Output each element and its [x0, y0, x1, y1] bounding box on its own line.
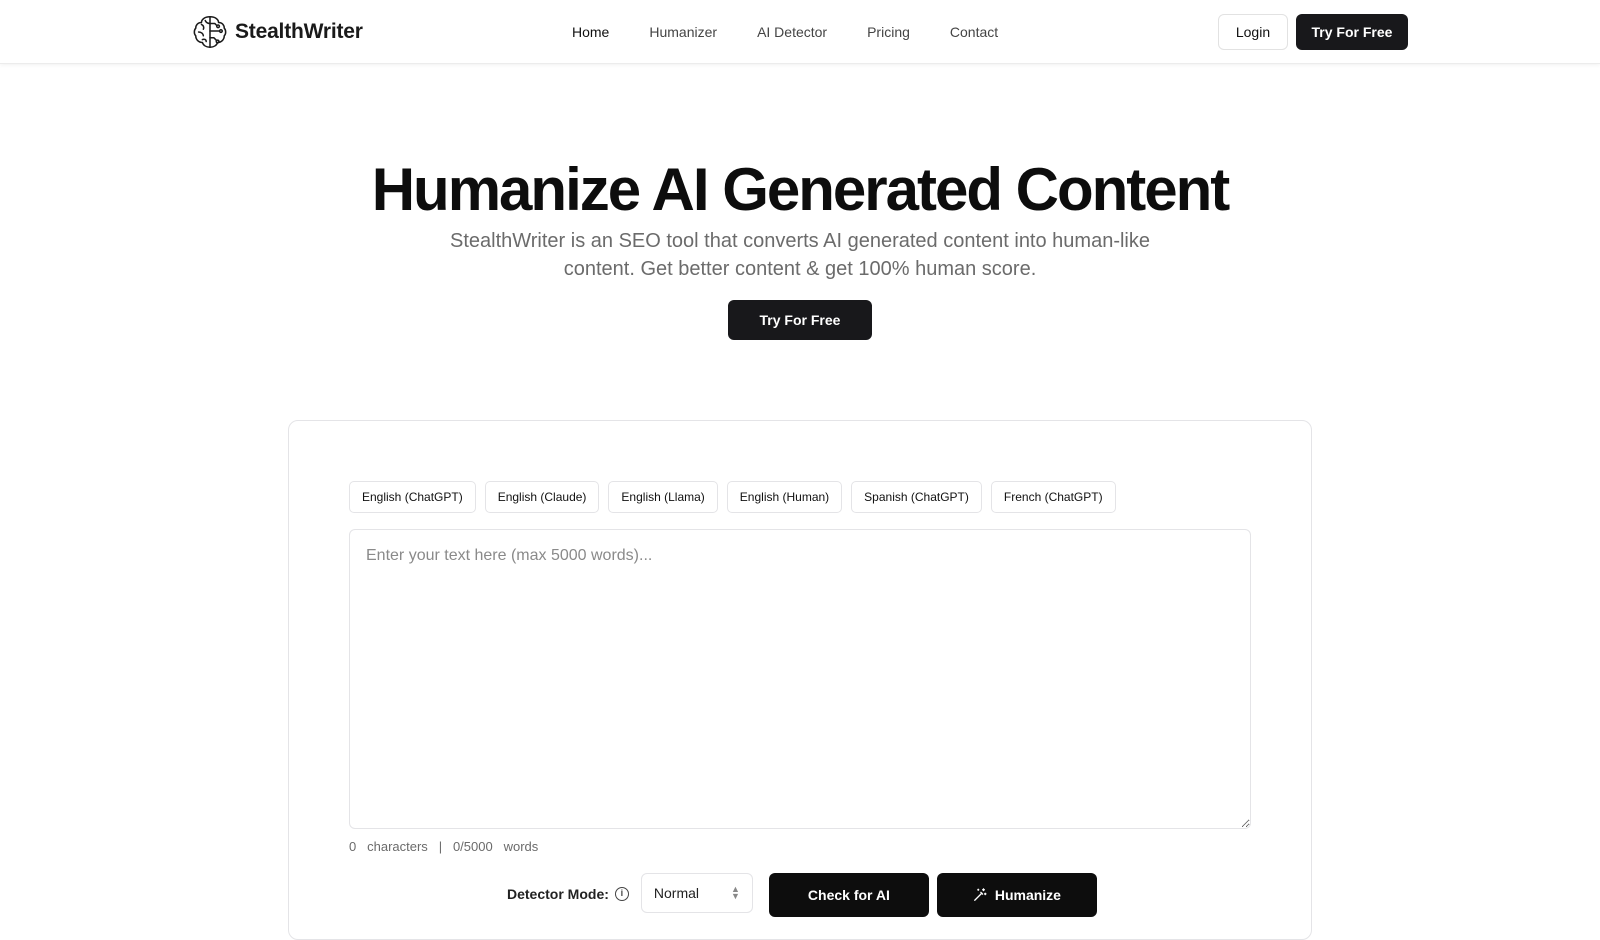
sample-chip-spanish-chatgpt[interactable]: Spanish (ChatGPT) [851, 481, 982, 513]
word-count: 0/5000 [452, 839, 493, 854]
word-counter: 0 characters | 0/5000 words [349, 839, 538, 854]
humanize-button[interactable]: Humanize [936, 873, 1097, 917]
login-button[interactable]: Login [1218, 14, 1288, 50]
sample-chip-english-llama[interactable]: English (Llama) [608, 481, 718, 513]
sample-chip-french-chatgpt[interactable]: French (ChatGPT) [990, 481, 1116, 513]
nav-pricing[interactable]: Pricing [867, 24, 910, 40]
nav-home[interactable]: Home [572, 24, 609, 40]
detector-mode-select[interactable]: Normal ▲ ▼ [640, 873, 753, 913]
sample-chip-english-chatgpt[interactable]: English (ChatGPT) [349, 481, 476, 513]
chevron-up-down-icon: ▲ ▼ [730, 884, 740, 901]
check-for-ai-button[interactable]: Check for AI [768, 873, 929, 917]
brand-name: StealthWriter [235, 20, 363, 43]
nav-ai-detector[interactable]: AI Detector [757, 24, 827, 40]
header-try-free-button[interactable]: Try For Free [1296, 14, 1408, 50]
humanizer-card: English (ChatGPT) English (Claude) Engli… [288, 420, 1312, 940]
nav-humanizer[interactable]: Humanizer [649, 24, 717, 40]
sample-chip-english-claude[interactable]: English (Claude) [484, 481, 600, 513]
text-input[interactable] [349, 529, 1251, 829]
character-count: 0 [349, 839, 357, 854]
word-count-label: words [503, 839, 539, 854]
character-count-label: characters [367, 839, 428, 854]
hero-subtitle: StealthWriter is an SEO tool that conver… [449, 230, 1150, 280]
hero-title: Humanize AI Generated Content [371, 156, 1231, 223]
detector-mode-value: Normal [653, 885, 700, 901]
action-controls: Detector Mode: i Normal ▲ ▼ Check for AI … [507, 873, 1097, 921]
check-for-ai-label: Check for AI [807, 887, 890, 903]
main-nav: Home Humanizer AI Detector Pricing Conta… [572, 20, 998, 44]
sample-chip-english-human[interactable]: English (Human) [726, 481, 843, 513]
hero-try-free-button[interactable]: Try For Free [728, 300, 872, 340]
sample-chips: English (ChatGPT) English (Claude) Engli… [349, 481, 1116, 513]
brain-circuit-icon [193, 16, 227, 48]
site-header: StealthWriter Home Humanizer AI Detector… [0, 0, 1600, 64]
nav-contact[interactable]: Contact [950, 24, 998, 40]
humanize-label: Humanize [994, 887, 1061, 903]
counter-separator: | [438, 839, 443, 854]
info-icon[interactable]: i [614, 887, 629, 901]
brand-logo[interactable]: StealthWriter [191, 12, 363, 52]
